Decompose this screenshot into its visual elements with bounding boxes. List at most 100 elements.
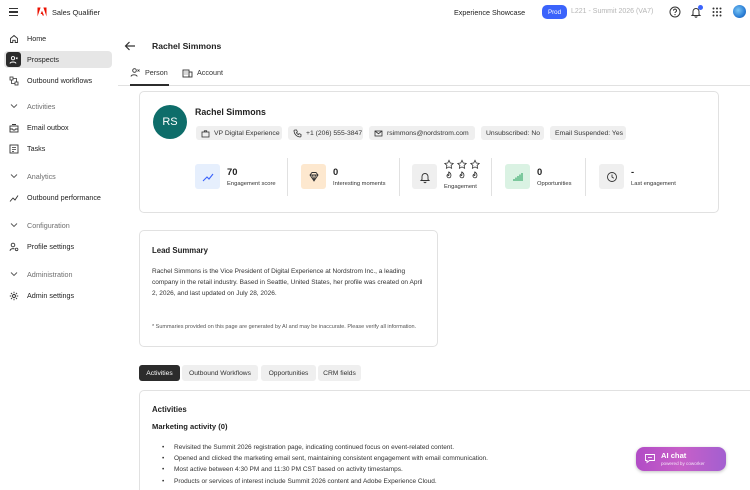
tab-opportunities[interactable]: Opportunities — [261, 365, 316, 381]
sidebar-item-profile-settings[interactable]: Profile settings — [4, 238, 112, 255]
trend-icon — [195, 164, 220, 189]
chevron-down-icon — [10, 221, 18, 229]
page-title: Rachel Simmons — [152, 41, 222, 51]
notification-dot — [698, 5, 703, 10]
sidebar-item-label: Email outbox — [27, 123, 69, 132]
tab-crm-fields[interactable]: CRM fields — [318, 365, 361, 381]
sidebar: Home Prospects Outbound workflows Activi… — [0, 26, 118, 490]
briefcase-icon — [201, 129, 210, 138]
sidebar-section-analytics[interactable]: Analytics — [4, 169, 112, 183]
sidebar-section-label: Administration — [27, 269, 73, 279]
diamond-icon — [301, 164, 326, 189]
email-chip[interactable]: rsimmons@nordstrom.com — [369, 126, 475, 140]
ai-chat-subtitle: powered by coworker — [661, 461, 705, 466]
last-engagement-metric: - Last engagement — [599, 158, 689, 194]
building-icon — [182, 67, 193, 78]
top-bar: Sales Qualifier Experience Showcase Prod… — [0, 0, 750, 26]
profile-card: RS Rachel Simmons VP Digital Experience … — [139, 91, 719, 213]
sidebar-item-prospects[interactable]: Prospects — [4, 51, 112, 68]
email-suspended-chip: Email Suspended: Yes — [550, 126, 626, 140]
sidebar-item-outbound-performance[interactable]: Outbound performance — [4, 189, 112, 206]
activities-card: Activities Marketing activity (0) Revisi… — [139, 390, 750, 490]
chevron-down-icon — [10, 270, 18, 278]
user-settings-icon — [9, 242, 19, 252]
tab-activities[interactable]: Activities — [139, 365, 180, 381]
home-icon — [9, 34, 19, 44]
profile-name: Rachel Simmons — [195, 107, 266, 117]
sidebar-item-label: Prospects — [27, 55, 59, 64]
list-item: Most active between 4:30 PM and 11:30 PM… — [162, 464, 562, 475]
tab-outbound-workflows[interactable]: Outbound Workflows — [182, 365, 258, 381]
sidebar-section-label: Activities — [27, 101, 56, 111]
phone-number: +1 (206) 555-3847 — [306, 129, 363, 137]
tab-label: Account — [197, 68, 223, 77]
ai-chat-button[interactable]: AI chat powered by coworker — [636, 447, 726, 471]
sidebar-item-label: Profile settings — [27, 242, 75, 251]
list-item: Products or services of interest include… — [162, 476, 562, 487]
marketing-activity-heading: Marketing activity (0) — [152, 422, 228, 431]
chevron-down-icon — [10, 172, 18, 180]
mail-icon — [374, 129, 383, 138]
interesting-moments-metric: 0 Interesting moments — [301, 158, 401, 194]
divider — [491, 158, 492, 196]
avatar: RS — [153, 105, 187, 139]
sidebar-section-label: Analytics — [27, 171, 56, 181]
opportunities-metric: 0 Opportunities — [505, 158, 585, 194]
sidebar-item-email-outbox[interactable]: Email outbox — [4, 119, 112, 136]
engagement-score-value: 70 — [227, 166, 238, 177]
person-icon — [130, 67, 141, 78]
apps-grid-icon[interactable] — [711, 6, 723, 18]
adobe-logo-icon[interactable] — [36, 6, 48, 18]
app-name[interactable]: Sales Qualifier — [52, 8, 100, 17]
interesting-moments-value: 0 — [333, 166, 339, 177]
last-engagement-label: Last engagement — [631, 181, 676, 187]
list-item: Revisited the Summit 2026 registration p… — [162, 442, 562, 453]
divider — [399, 158, 400, 196]
lead-summary-text: Rachel Simmons is the Vice President of … — [152, 268, 423, 298]
bell-icon — [412, 164, 437, 189]
workspace-name: Experience Showcase — [454, 8, 526, 17]
unsubscribed-chip: Unsubscribed: No — [481, 126, 544, 140]
interesting-moments-label: Interesting moments — [333, 181, 386, 187]
lead-summary-title: Lead Summary — [152, 246, 208, 255]
activities-title: Activities — [152, 405, 187, 414]
trend-icon — [9, 193, 19, 203]
last-engagement-value: - — [631, 166, 635, 177]
divider — [287, 158, 288, 196]
sidebar-section-label: Configuration — [27, 220, 70, 230]
engagement-score-label: Engagement score — [227, 181, 276, 187]
env-badge[interactable]: Prod — [542, 5, 567, 19]
list-item: Opened and clicked the marketing email s… — [162, 453, 562, 464]
outbox-icon — [9, 123, 19, 133]
lead-summary-card: Lead Summary Rachel Simmons is the Vice … — [139, 230, 438, 347]
sidebar-item-label: Outbound performance — [27, 193, 101, 202]
help-icon[interactable] — [669, 6, 681, 18]
job-title: VP Digital Experience — [214, 129, 280, 137]
prospects-icon — [6, 52, 21, 67]
menu-icon[interactable] — [9, 8, 18, 16]
user-avatar[interactable] — [733, 5, 746, 18]
sidebar-item-admin-settings[interactable]: Admin settings — [4, 287, 112, 304]
sidebar-item-tasks[interactable]: Tasks — [4, 140, 112, 157]
chevron-down-icon — [10, 102, 18, 110]
ai-chat-label: AI chat — [661, 451, 687, 460]
email-address: rsimmons@nordstrom.com — [387, 129, 469, 137]
sidebar-item-label: Home — [27, 34, 47, 43]
tab-person[interactable]: Person — [130, 67, 169, 86]
sidebar-section-activities[interactable]: Activities — [4, 99, 112, 113]
tasks-icon — [9, 144, 19, 154]
back-arrow-icon[interactable] — [124, 40, 136, 52]
opportunities-label: Opportunities — [537, 181, 572, 187]
ai-disclaimer: * Summaries provided on this page are ge… — [152, 324, 417, 330]
sidebar-section-configuration[interactable]: Configuration — [4, 218, 112, 232]
tab-account[interactable]: Account — [182, 67, 223, 86]
sidebar-item-outbound-workflows[interactable]: Outbound workflows — [4, 72, 112, 89]
divider — [585, 158, 586, 196]
opportunities-value: 0 — [537, 166, 543, 177]
sandbox-selector[interactable]: L221 - Summit 2026 (VA7) — [571, 8, 653, 15]
sidebar-item-label: Admin settings — [27, 291, 75, 300]
engagement-label: Engagement — [444, 184, 477, 190]
sidebar-section-administration[interactable]: Administration — [4, 267, 112, 281]
phone-chip[interactable]: +1 (206) 555-3847 — [288, 126, 363, 140]
sidebar-item-home[interactable]: Home — [4, 30, 112, 47]
